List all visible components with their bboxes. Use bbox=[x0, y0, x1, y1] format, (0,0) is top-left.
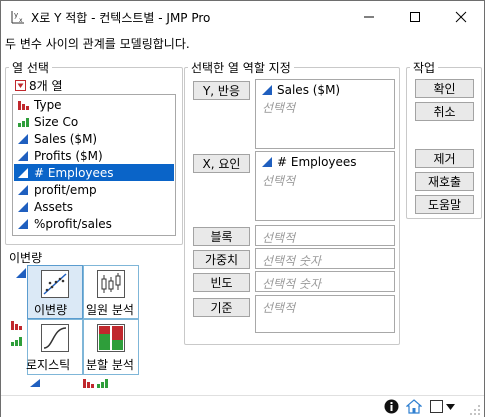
oneway-tile-label: 일원 분석 bbox=[86, 303, 134, 317]
continuous-column-icon bbox=[18, 201, 28, 212]
cast-roles-label: 선택한 열 역할 지정 bbox=[188, 59, 294, 76]
column-list[interactable]: Type Size Co Sales ($M) Profits ($M) # E… bbox=[12, 94, 176, 236]
minimize-button[interactable] bbox=[346, 1, 392, 32]
weight-placeholder: 선택적 숫자 bbox=[262, 254, 322, 268]
logistic-tile[interactable]: 로지스틱 bbox=[26, 319, 83, 375]
list-item-type[interactable]: Type bbox=[14, 96, 174, 113]
x-factor-value: # Employees bbox=[277, 155, 357, 169]
list-item-sales[interactable]: Sales ($M) bbox=[14, 130, 174, 147]
list-item-label: # Employees bbox=[34, 165, 114, 180]
nominal-type-icon bbox=[83, 379, 94, 388]
disclosure-triangle-icon bbox=[15, 80, 26, 91]
weight-button[interactable]: 가중치 bbox=[193, 250, 250, 269]
list-item-profits[interactable]: Profits ($M) bbox=[14, 147, 174, 164]
nominal-type-icon bbox=[11, 321, 22, 330]
by-button[interactable]: 기준 bbox=[193, 298, 250, 317]
x-factor-placeholder: 선택적 bbox=[262, 174, 296, 188]
column-count-toggle[interactable]: 8개 열 bbox=[15, 77, 63, 94]
block-button[interactable]: 블록 bbox=[193, 227, 250, 246]
dialog-description: 두 변수 사이의 관계를 모델링합니다. bbox=[5, 37, 190, 51]
oneway-icon bbox=[97, 270, 125, 298]
status-bar bbox=[1, 395, 484, 417]
fit-y-by-x-app-icon: y x bbox=[11, 11, 24, 24]
x-factor-button[interactable]: X, 요인 bbox=[193, 154, 250, 173]
list-item-label: Size Co bbox=[34, 114, 79, 129]
continuous-column-icon bbox=[262, 85, 272, 95]
list-item-profit-sales[interactable]: %profit/sales bbox=[14, 215, 174, 232]
freq-placeholder: 선택적 숫자 bbox=[262, 277, 322, 291]
svg-text:x: x bbox=[19, 17, 23, 24]
y-response-item[interactable]: Sales ($M) bbox=[261, 83, 340, 97]
continuous-type-icon bbox=[30, 379, 40, 387]
continuous-column-icon bbox=[18, 218, 28, 229]
y-response-box[interactable]: Sales ($M) 선택적 bbox=[255, 79, 395, 149]
cancel-button[interactable]: 취소 bbox=[415, 102, 474, 121]
oneway-tile[interactable]: 일원 분석 bbox=[83, 265, 139, 319]
list-item-label: Type bbox=[34, 97, 62, 112]
help-button[interactable]: 도움말 bbox=[415, 195, 474, 214]
x-factor-box[interactable]: # Employees 선택적 bbox=[255, 151, 395, 221]
resize-grip-icon[interactable] bbox=[469, 404, 481, 416]
continuous-column-icon bbox=[18, 150, 28, 161]
bivariate-tile-label: 이변량 bbox=[34, 303, 68, 317]
maximize-button[interactable] bbox=[392, 1, 438, 32]
logistic-icon bbox=[41, 324, 69, 352]
list-item-label: Profits ($M) bbox=[34, 148, 103, 163]
continuous-column-icon bbox=[18, 184, 28, 195]
action-label: 작업 bbox=[410, 59, 439, 76]
nominal-column-icon bbox=[18, 100, 29, 110]
list-item-profit-emp[interactable]: profit/emp bbox=[14, 181, 174, 198]
list-item-size-co[interactable]: Size Co bbox=[14, 113, 174, 130]
contingency-tile-label: 분할 분석 bbox=[86, 358, 134, 372]
minimize-icon bbox=[364, 16, 374, 17]
continuous-column-icon bbox=[18, 167, 28, 178]
window-list-dropdown[interactable] bbox=[430, 399, 458, 414]
logistic-tile-label: 로지스틱 bbox=[26, 358, 71, 372]
freq-button[interactable]: 빈도 bbox=[193, 273, 250, 292]
list-item-label: profit/emp bbox=[34, 182, 97, 197]
contingency-tile[interactable]: 분할 분석 bbox=[83, 319, 139, 375]
dialog-window: y x X로 Y 적합 - 컨텍스트별 - JMP Pro 두 변수 사이의 관… bbox=[0, 0, 485, 417]
x-factor-item[interactable]: # Employees bbox=[261, 155, 357, 169]
ok-button[interactable]: 확인 bbox=[415, 79, 474, 98]
remove-button[interactable]: 제거 bbox=[415, 149, 474, 168]
home-icon[interactable] bbox=[406, 399, 422, 414]
column-select-label: 열 선택 bbox=[9, 59, 52, 76]
freq-box[interactable]: 선택적 숫자 bbox=[255, 271, 395, 292]
y-response-value: Sales ($M) bbox=[277, 83, 341, 97]
list-item-label: Sales ($M) bbox=[34, 131, 98, 146]
block-placeholder: 선택적 bbox=[262, 231, 296, 245]
block-box[interactable]: 선택적 bbox=[255, 225, 395, 246]
title-bar: y x X로 Y 적합 - 컨텍스트별 - JMP Pro bbox=[1, 1, 484, 32]
list-item-employees[interactable]: # Employees bbox=[14, 164, 174, 181]
list-item-assets[interactable]: Assets bbox=[14, 198, 174, 215]
list-item-label: Assets bbox=[34, 199, 74, 214]
recall-button[interactable]: 재호출 bbox=[415, 172, 474, 191]
svg-text:y: y bbox=[14, 11, 18, 19]
column-count-label: 8개 열 bbox=[29, 79, 63, 93]
chevron-down-icon bbox=[446, 403, 455, 410]
list-item-label: %profit/sales bbox=[34, 216, 112, 231]
analysis-type-label: 이변량 bbox=[9, 251, 43, 265]
window-title: X로 Y 적합 - 컨텍스트별 - JMP Pro bbox=[31, 11, 211, 25]
ordinal-type-icon bbox=[97, 379, 108, 388]
y-response-button[interactable]: Y, 반응 bbox=[193, 81, 250, 100]
continuous-column-icon bbox=[262, 157, 272, 167]
continuous-column-icon bbox=[18, 133, 28, 144]
weight-box[interactable]: 선택적 숫자 bbox=[255, 248, 395, 269]
y-response-placeholder: 선택적 bbox=[262, 101, 296, 115]
by-placeholder: 선택적 bbox=[262, 301, 296, 315]
close-icon bbox=[455, 11, 467, 22]
bivariate-icon bbox=[41, 270, 69, 298]
maximize-icon bbox=[410, 11, 420, 22]
window-icon bbox=[430, 400, 443, 413]
by-box[interactable]: 선택적 bbox=[255, 295, 395, 333]
close-button[interactable] bbox=[438, 1, 484, 32]
continuous-type-icon bbox=[16, 268, 26, 278]
contingency-icon bbox=[97, 324, 125, 352]
ordinal-type-icon bbox=[11, 337, 22, 346]
ordinal-column-icon bbox=[18, 117, 29, 127]
info-icon[interactable] bbox=[384, 399, 399, 414]
bivariate-tile[interactable]: 이변량 bbox=[27, 265, 83, 319]
